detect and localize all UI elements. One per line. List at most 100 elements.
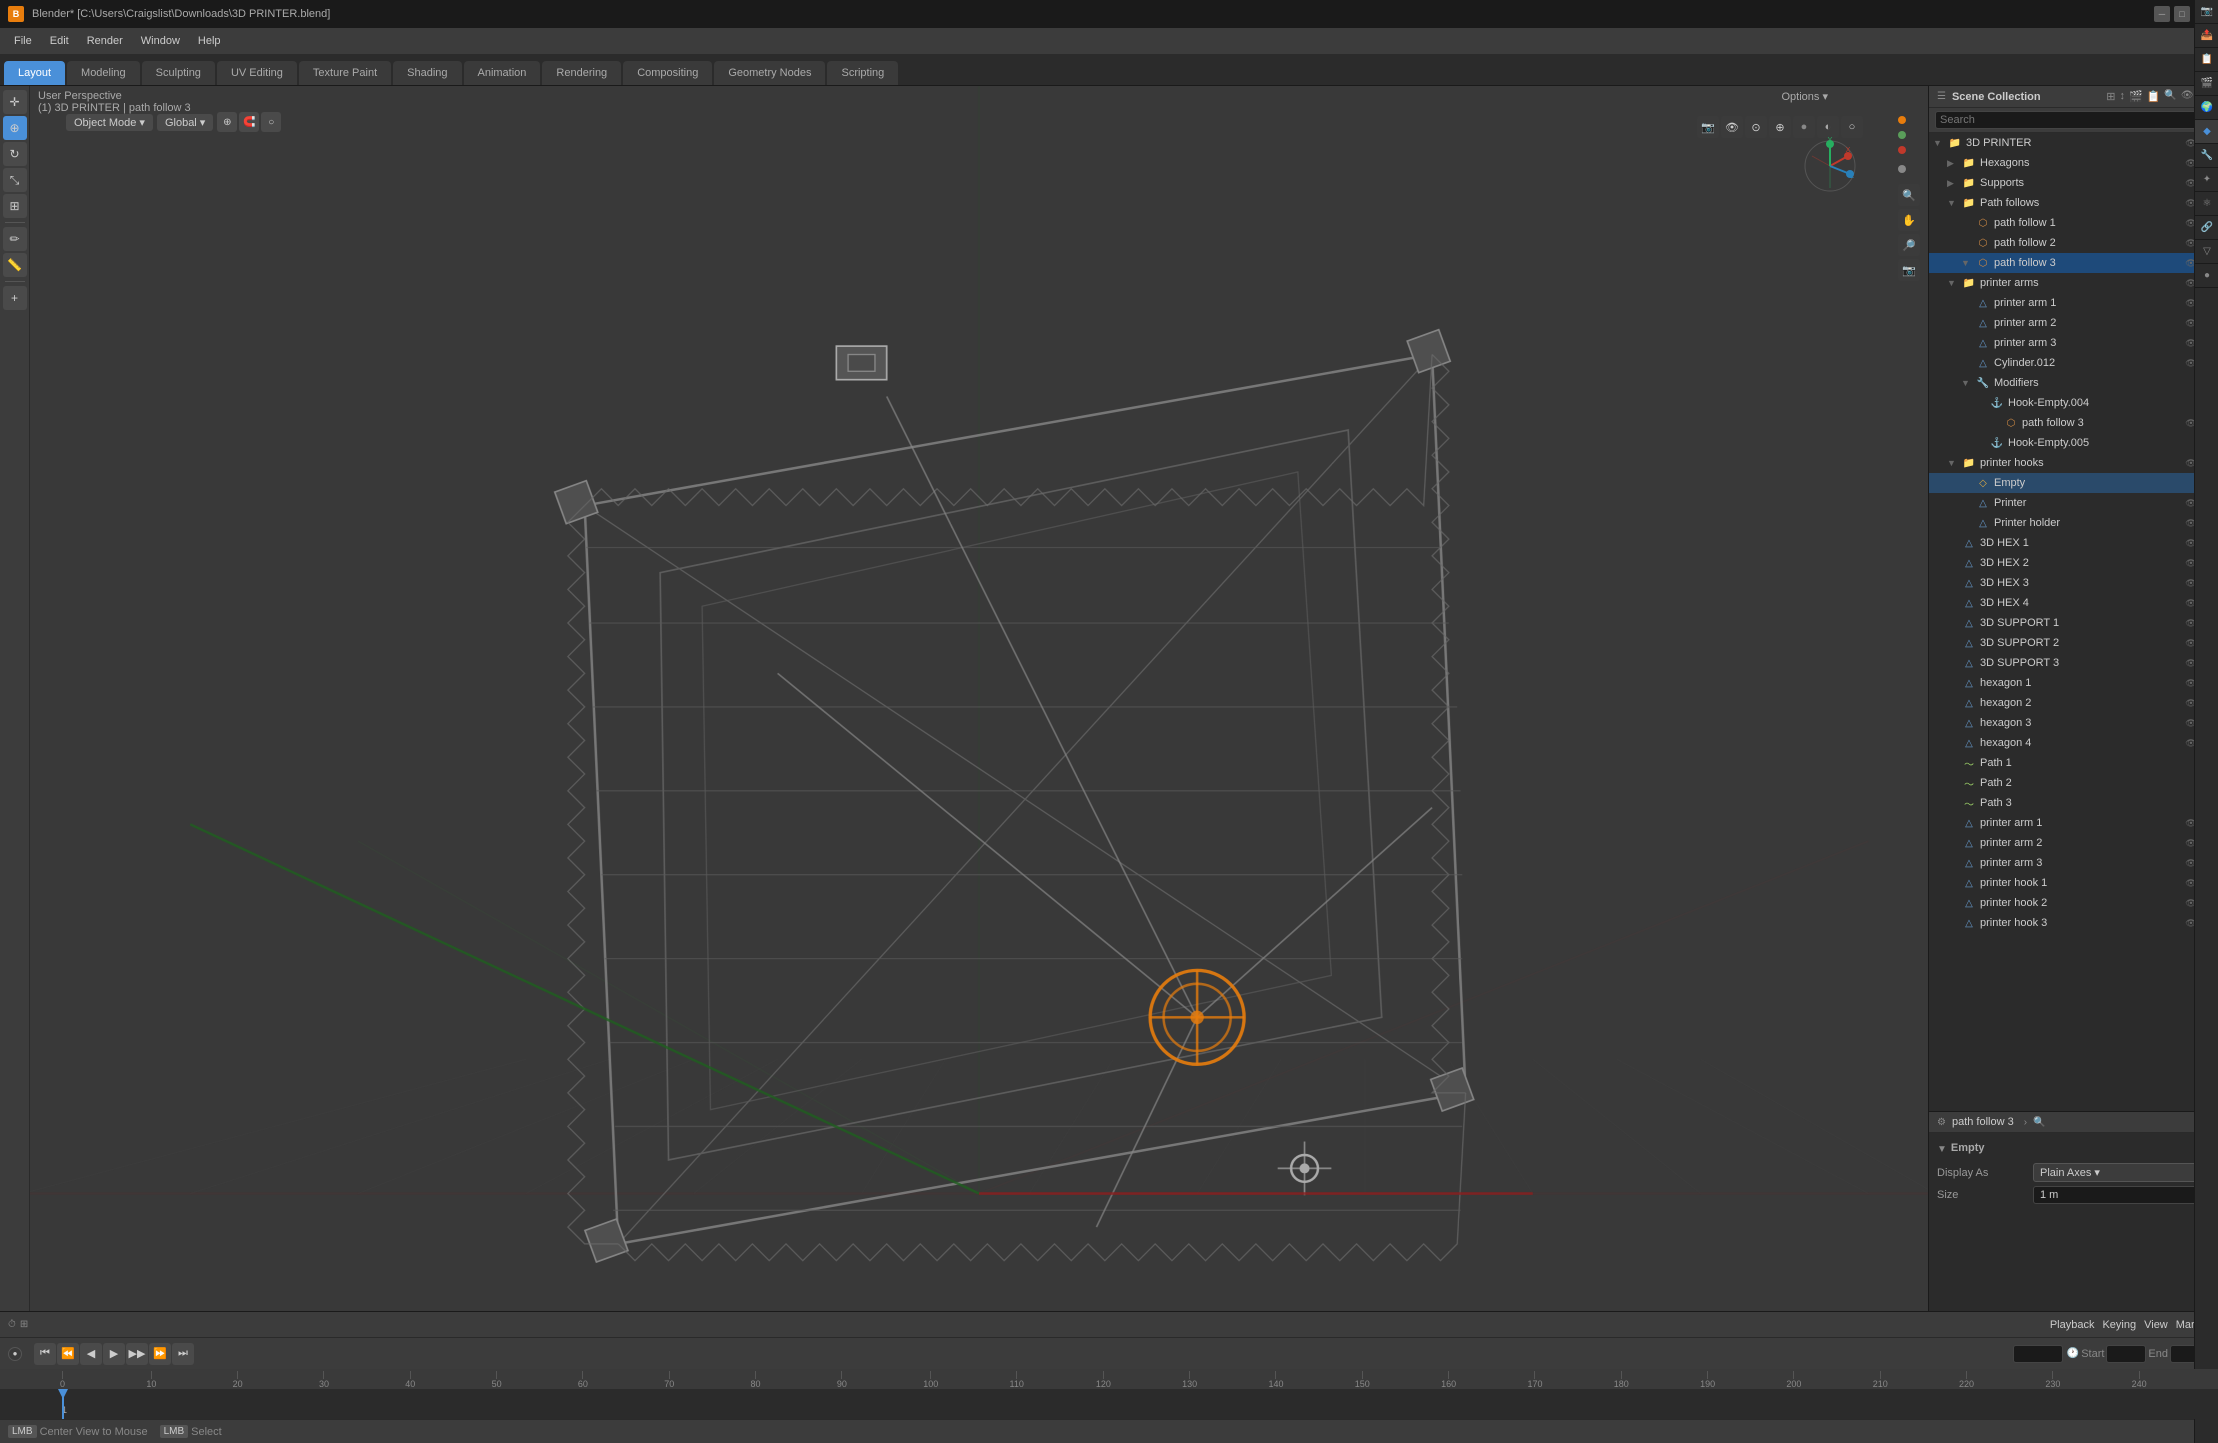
tree-item-modifiers[interactable]: ▼🔧Modifiers xyxy=(1929,373,2218,393)
tab-scripting[interactable]: Scripting xyxy=(827,61,898,85)
tree-arrow-printer-hooks[interactable]: ▼ xyxy=(1947,458,1961,468)
empty-section-toggle[interactable]: ▼ Empty xyxy=(1937,1139,2210,1159)
menu-edit[interactable]: Edit xyxy=(42,33,77,49)
display-as-dropdown[interactable]: Plain Axes ▾ xyxy=(2033,1163,2210,1182)
prop-edit-btn[interactable]: ○ xyxy=(261,112,281,132)
current-frame-input[interactable]: 1 xyxy=(2013,1345,2063,1363)
view-btn[interactable]: 👁 xyxy=(1721,116,1743,138)
measure-tool[interactable]: 📏 xyxy=(3,253,27,277)
tree-item-printer-arm-3b[interactable]: △printer arm 3👁📷 xyxy=(1929,853,2218,873)
tree-item-hexagons[interactable]: ▶📁Hexagons👁📷 xyxy=(1929,153,2218,173)
prop-tab-modifier[interactable]: 🔧 xyxy=(2195,144,2218,168)
tree-item-3d-printer[interactable]: ▼📁3D PRINTER👁📷 xyxy=(1929,133,2218,153)
tree-item-printer-arm-1b[interactable]: △printer arm 1👁📷 xyxy=(1929,813,2218,833)
tree-item-cylinder-012[interactable]: △Cylinder.012👁📷 xyxy=(1929,353,2218,373)
menu-help[interactable]: Help xyxy=(190,33,229,49)
prev-keyframe-btn[interactable]: ⏪ xyxy=(57,1343,79,1365)
timeline-expand-icon[interactable]: ⊞ xyxy=(20,1319,28,1330)
tree-item-printer-arm-2b[interactable]: △printer arm 2👁📷 xyxy=(1929,833,2218,853)
tree-item-path-follow-3[interactable]: ▼⬡path follow 3👁📷 xyxy=(1929,253,2218,273)
tab-sculpting[interactable]: Sculpting xyxy=(142,61,215,85)
prop-tab-material[interactable]: ● xyxy=(2195,264,2218,288)
tree-item-3d-hex-1[interactable]: △3D HEX 1👁📷 xyxy=(1929,533,2218,553)
annotate-tool[interactable]: ✏ xyxy=(3,227,27,251)
tree-item-empty[interactable]: ◇Empty xyxy=(1929,473,2218,493)
prop-tab-world[interactable]: 🌍 xyxy=(2195,96,2218,120)
prop-tab-object[interactable]: ◆ xyxy=(2195,120,2218,144)
size-input[interactable]: 1 m xyxy=(2033,1186,2210,1204)
jump-end-btn[interactable]: ⏭ xyxy=(172,1343,194,1365)
tree-item-path-1[interactable]: 〜Path 1 xyxy=(1929,753,2218,773)
tree-arrow-modifiers[interactable]: ▼ xyxy=(1961,378,1975,388)
tab-modeling[interactable]: Modeling xyxy=(67,61,140,85)
next-frame-btn[interactable]: ▶▶ xyxy=(126,1343,148,1365)
tab-shading[interactable]: Shading xyxy=(393,61,461,85)
menu-render[interactable]: Render xyxy=(79,33,131,49)
tree-item-printer-hooks[interactable]: ▼📁printer hooks👁📷 xyxy=(1929,453,2218,473)
view-layer-icon[interactable]: 📋 xyxy=(2147,90,2161,103)
tree-item-hexagon-3[interactable]: △hexagon 3👁📷 xyxy=(1929,713,2218,733)
minimize-button[interactable]: ─ xyxy=(2154,6,2170,22)
tree-item-printer-arm-3[interactable]: △printer arm 3👁📷 xyxy=(1929,333,2218,353)
tree-arrow-path-follow-3[interactable]: ▼ xyxy=(1961,258,1975,268)
tree-item-supports[interactable]: ▶📁Supports👁📷 xyxy=(1929,173,2218,193)
viewport-shading[interactable]: Global ▾ xyxy=(157,114,213,131)
cursor-tool[interactable]: ✛ xyxy=(3,90,27,114)
snap-btn[interactable]: 🧲 xyxy=(239,112,259,132)
jump-start-btn[interactable]: ⏮ xyxy=(34,1343,56,1365)
viewport-3d[interactable]: User Perspective (1) 3D PRINTER | path f… xyxy=(30,86,1928,1311)
nav-gizmo[interactable]: X Y Z xyxy=(1800,136,1860,196)
camera-fly-btn[interactable]: 📷 xyxy=(1898,259,1920,281)
timeline-scrubber[interactable]: 1 xyxy=(0,1389,2218,1419)
tree-item-printer-arms[interactable]: ▼📁printer arms👁📷 xyxy=(1929,273,2218,293)
zoom-btn[interactable]: 🔎 xyxy=(1898,234,1920,256)
menu-window[interactable]: Window xyxy=(133,33,188,49)
playback-menu[interactable]: Playback xyxy=(2050,1319,2095,1331)
hand-btn[interactable]: ✋ xyxy=(1898,209,1920,231)
tree-item-3d-support-2[interactable]: △3D SUPPORT 2👁📷 xyxy=(1929,633,2218,653)
tree-item-hook-empty-005[interactable]: ⚓Hook-Empty.005 xyxy=(1929,433,2218,453)
tab-layout[interactable]: Layout xyxy=(4,61,65,85)
tree-item-path-follow-1[interactable]: ⬡path follow 1👁📷 xyxy=(1929,213,2218,233)
tree-item-3d-support-3[interactable]: △3D SUPPORT 3👁📷 xyxy=(1929,653,2218,673)
gizmo-btn[interactable]: ⊕ xyxy=(1769,116,1791,138)
tab-animation[interactable]: Animation xyxy=(464,61,541,85)
tree-item-printer-hook-3[interactable]: △printer hook 3👁📷 xyxy=(1929,913,2218,933)
shading-material-btn[interactable]: ◐ xyxy=(1817,116,1839,138)
camera-btn[interactable]: 📷 xyxy=(1697,116,1719,138)
tree-item-3d-hex-3[interactable]: △3D HEX 3👁📷 xyxy=(1929,573,2218,593)
rotate-tool[interactable]: ↻ xyxy=(3,142,27,166)
search-input[interactable] xyxy=(1935,111,2212,129)
tree-item-printer-arm-1[interactable]: △printer arm 1👁📷 xyxy=(1929,293,2218,313)
tree-arrow-3d-printer[interactable]: ▼ xyxy=(1933,138,1947,148)
tree-item-printer-holder[interactable]: △Printer holder👁📷 xyxy=(1929,513,2218,533)
view-menu[interactable]: View xyxy=(2144,1319,2168,1331)
tree-item-printer-hook-2[interactable]: △printer hook 2👁📷 xyxy=(1929,893,2218,913)
viewport-options[interactable]: Options ▾ xyxy=(1782,90,1829,103)
tab-uv-editing[interactable]: UV Editing xyxy=(217,61,297,85)
sort-icon[interactable]: ↕ xyxy=(2119,90,2125,103)
shading-solid-btn[interactable]: ● xyxy=(1793,116,1815,138)
scene-icon[interactable]: 🎬 xyxy=(2129,90,2143,103)
prop-tab-scene[interactable]: 🎬 xyxy=(2195,86,2218,96)
prop-tab-data[interactable]: ▽ xyxy=(2195,240,2218,264)
restrict-col-icon[interactable]: 🔍 xyxy=(2164,90,2176,103)
visibility-icon[interactable]: 👁 xyxy=(2181,90,2194,103)
tree-item-hexagon-4[interactable]: △hexagon 4👁📷 xyxy=(1929,733,2218,753)
tree-item-3d-hex-2[interactable]: △3D HEX 2👁📷 xyxy=(1929,553,2218,573)
tree-item-path-follow-2[interactable]: ⬡path follow 2👁📷 xyxy=(1929,233,2218,253)
next-keyframe-btn[interactable]: ⏩ xyxy=(149,1343,171,1365)
timeline-area[interactable]: 0102030405060708090100110120130140150160… xyxy=(0,1369,2218,1419)
start-frame-input[interactable]: 1 xyxy=(2106,1345,2146,1363)
maximize-button[interactable]: □ xyxy=(2174,6,2190,22)
tree-item-hexagon-1[interactable]: △hexagon 1👁📷 xyxy=(1929,673,2218,693)
tree-item-path-3[interactable]: 〜Path 3 xyxy=(1929,793,2218,813)
tree-item-3d-support-1[interactable]: △3D SUPPORT 1👁📷 xyxy=(1929,613,2218,633)
tree-item-path-2[interactable]: 〜Path 2 xyxy=(1929,773,2218,793)
outliner-tree[interactable]: ▼📁3D PRINTER👁📷▶📁Hexagons👁📷▶📁Supports👁📷 ▼📁… xyxy=(1929,133,2218,1111)
tree-item-printer-arm-2[interactable]: △printer arm 2👁📷 xyxy=(1929,313,2218,333)
filter-icon[interactable]: ⊞ xyxy=(2106,90,2115,103)
tab-compositing[interactable]: Compositing xyxy=(623,61,712,85)
global-btn[interactable]: ⊕ xyxy=(217,112,237,132)
prev-frame-btn[interactable]: ◀ xyxy=(80,1343,102,1365)
